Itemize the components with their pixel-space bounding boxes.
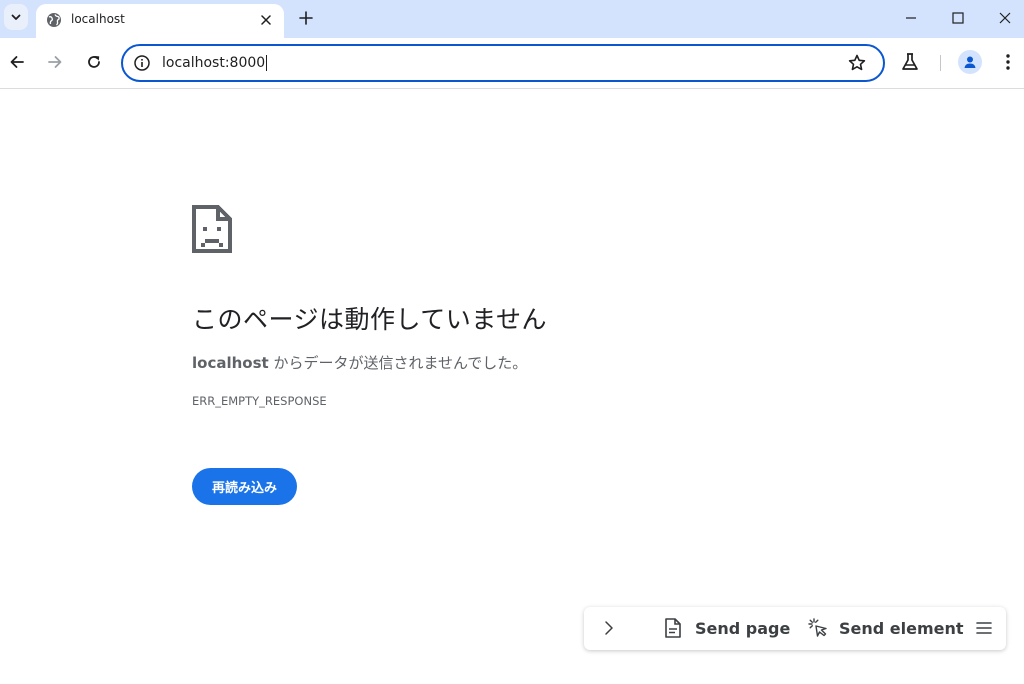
browser-toolbar: localhost:8000 <box>0 38 1024 89</box>
arrow-left-icon <box>10 56 24 68</box>
close-icon <box>261 15 271 25</box>
toolbar-divider <box>940 55 941 71</box>
document-icon[interactable] <box>664 617 682 639</box>
forward-button[interactable] <box>44 51 66 73</box>
close-icon <box>999 12 1011 24</box>
reload-page-button[interactable]: 再読み込み <box>192 468 297 505</box>
flask-icon[interactable] <box>899 51 921 73</box>
close-window-button[interactable] <box>982 4 1024 32</box>
tab-active[interactable]: localhost <box>36 4 284 38</box>
profile-button[interactable] <box>958 50 982 74</box>
info-icon[interactable] <box>133 54 151 72</box>
tab-title: localhost <box>71 12 125 26</box>
minimize-button[interactable] <box>888 4 934 32</box>
maximize-button[interactable] <box>935 4 981 32</box>
chevron-down-icon <box>11 14 21 20</box>
browser-menu-button[interactable] <box>998 51 1018 73</box>
minimize-icon <box>906 17 916 19</box>
address-bar[interactable]: localhost:8000 <box>121 44 885 82</box>
kebab-icon <box>1006 54 1010 70</box>
error-code: ERR_EMPTY_RESPONSE <box>192 394 327 408</box>
error-host: localhost <box>192 354 269 372</box>
maximize-icon <box>952 12 964 24</box>
star-icon[interactable] <box>847 53 867 73</box>
send-element-button[interactable]: Send element <box>839 619 964 638</box>
url-text[interactable]: localhost:8000 <box>162 55 268 71</box>
new-tab-button[interactable] <box>294 6 318 30</box>
chevron-right-icon[interactable] <box>600 618 618 638</box>
error-description-text: からデータが送信されませんでした。 <box>268 354 528 372</box>
hamburger-icon[interactable] <box>975 619 993 637</box>
reload-icon <box>88 56 100 68</box>
tab-strip: localhost <box>0 0 1024 38</box>
error-heading: このページは動作していません <box>192 305 548 334</box>
send-page-button[interactable]: Send page <box>695 619 790 638</box>
tab-search-button[interactable] <box>4 4 28 30</box>
plus-icon <box>299 11 313 25</box>
person-icon <box>964 56 976 68</box>
reload-button[interactable] <box>83 51 105 73</box>
extension-bar: Send page Send element <box>584 607 1006 650</box>
globe-icon <box>47 13 61 27</box>
tab-close-button[interactable] <box>256 10 276 30</box>
cursor-click-icon[interactable] <box>807 617 829 639</box>
sad-document-icon <box>192 205 232 253</box>
arrow-right-icon <box>48 56 62 68</box>
back-button[interactable] <box>6 51 28 73</box>
error-description: localhost からデータが送信されませんでした。 <box>192 352 527 373</box>
